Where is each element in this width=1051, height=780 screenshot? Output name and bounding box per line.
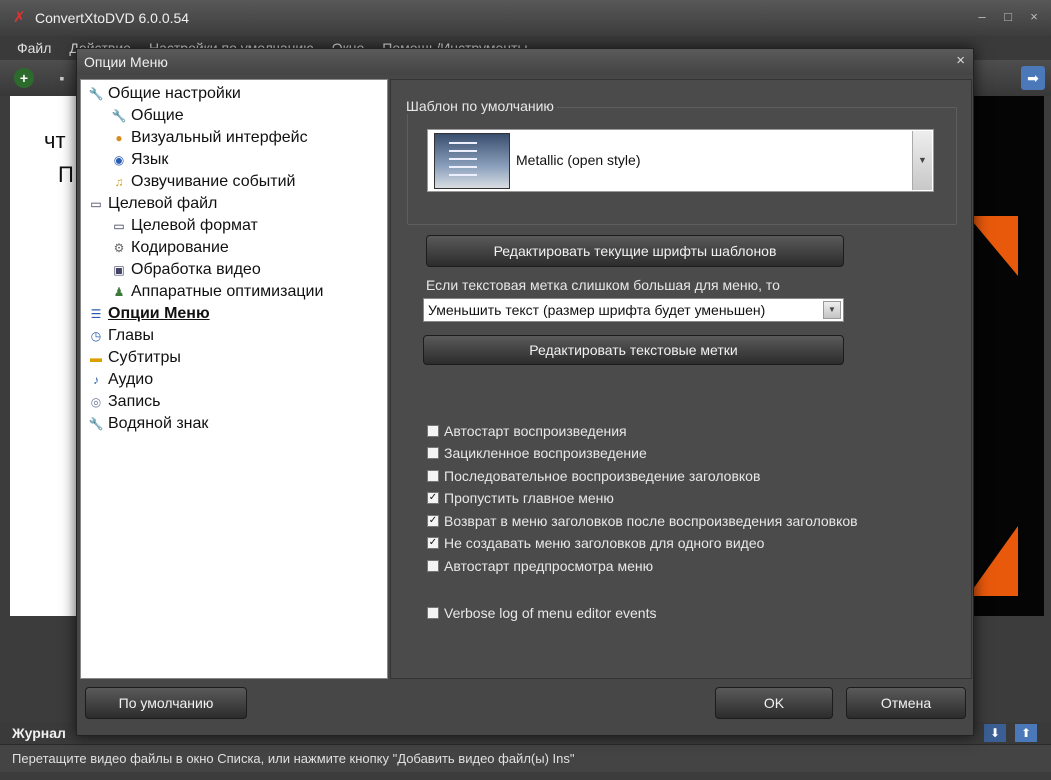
checkbox-skip-main-menu[interactable]: ✓ Пропустить главное меню bbox=[427, 488, 614, 508]
checkbox-autostart-menu-preview[interactable]: Автостарт предпросмотра меню bbox=[427, 556, 653, 576]
checkbox-box[interactable] bbox=[427, 607, 439, 619]
monitor-icon: ▭ bbox=[90, 197, 102, 211]
close-window-icon[interactable]: × bbox=[1023, 6, 1045, 28]
checkbox-box[interactable]: ✓ bbox=[427, 492, 439, 504]
tree-item-target-file[interactable]: ▭ Целевой файл bbox=[88, 193, 217, 215]
chevron-down-icon[interactable]: ▼ bbox=[912, 131, 932, 190]
tree-item-general-settings[interactable]: 🔧 Общие настройки bbox=[88, 83, 241, 105]
arrow-up-icon[interactable]: ⬆ bbox=[1015, 724, 1037, 742]
menu-options-panel: Шаблон по умолчанию Metallic (open style… bbox=[390, 79, 972, 679]
add-file-icon[interactable]: + bbox=[14, 68, 34, 88]
ok-button[interactable]: OK bbox=[715, 687, 833, 719]
checkbox-loop-playback[interactable]: Зацикленное воспроизведение bbox=[427, 443, 647, 463]
video-icon: ▣ bbox=[113, 263, 125, 277]
preview-decoration-top bbox=[968, 216, 1018, 276]
dialog-title: Опции Меню bbox=[84, 54, 168, 70]
cancel-button[interactable]: Отмена bbox=[846, 687, 966, 719]
arrow-down-icon[interactable]: ⬇ bbox=[984, 724, 1006, 742]
dialog-titlebar: Опции Меню × bbox=[77, 49, 973, 75]
app-title: ConvertXtoDVD 6.0.0.54 bbox=[35, 10, 190, 26]
tree-item-visual-interface[interactable]: ● Визуальный интерфейс bbox=[111, 127, 307, 149]
tree-item-burn[interactable]: ◎ Запись bbox=[88, 391, 161, 413]
preview-decoration-bottom bbox=[968, 526, 1018, 596]
defaults-button[interactable]: По умолчанию bbox=[85, 687, 247, 719]
tree-item-watermark[interactable]: 🔧 Водяной знак bbox=[88, 413, 209, 435]
app-logo-icon: ✗ bbox=[13, 9, 26, 26]
speech-bubble-icon: ▬ bbox=[90, 351, 102, 365]
checkbox-box[interactable] bbox=[427, 425, 439, 437]
template-thumbnail bbox=[434, 133, 510, 189]
disc-icon: ◎ bbox=[90, 395, 102, 409]
gear-icon: ⚙ bbox=[113, 241, 125, 255]
tree-item-chapters[interactable]: ◷ Главы bbox=[88, 325, 154, 347]
close-icon[interactable]: × bbox=[956, 52, 965, 69]
status-bar: Перетащите видео файлы в окно Списка, ил… bbox=[0, 744, 1051, 772]
list-hint-text: чт П bbox=[44, 124, 74, 192]
edit-template-fonts-button[interactable]: Редактировать текущие шрифты шаблонов bbox=[426, 235, 844, 267]
tree-item-menu-options[interactable]: ☰ Опции Меню bbox=[88, 303, 210, 325]
menu-file[interactable]: Файл bbox=[8, 36, 60, 60]
checkbox-return-to-titles-menu[interactable]: ✓ Возврат в меню заголовков после воспро… bbox=[427, 511, 858, 531]
template-selector[interactable]: Metallic (open style) ▼ bbox=[427, 129, 934, 192]
label-overflow-value: Уменьшить текст (размер шрифта будет уме… bbox=[428, 302, 766, 318]
checkbox-box[interactable] bbox=[427, 447, 439, 459]
sound-icon: ♫ bbox=[114, 175, 124, 189]
checkbox-box[interactable]: ✓ bbox=[427, 515, 439, 527]
save-icon[interactable]: ▪ bbox=[50, 66, 74, 90]
next-arrow-icon[interactable]: ➡ bbox=[1021, 66, 1045, 90]
monitor-icon: ▭ bbox=[113, 219, 125, 233]
template-name: Metallic (open style) bbox=[516, 152, 641, 168]
checkbox-box[interactable] bbox=[427, 470, 439, 482]
checkbox-sequential-titles[interactable]: Последовательное воспроизведение заголов… bbox=[427, 466, 760, 486]
list-hint-line2: П bbox=[58, 162, 74, 187]
tree-item-audio[interactable]: ♪ Аудио bbox=[88, 369, 153, 391]
globe-icon: ◉ bbox=[113, 153, 125, 167]
checkbox-verbose-log[interactable]: Verbose log of menu editor events bbox=[427, 603, 656, 623]
checkbox-no-titles-menu-single[interactable]: ✓ Не создавать меню заголовков для одног… bbox=[427, 533, 764, 553]
wrench-icon: 🔧 bbox=[88, 87, 104, 101]
tree-item-sound-events[interactable]: ♫ Озвучивание событий bbox=[111, 171, 296, 193]
tree-item-hardware-optimizations[interactable]: ♟ Аппаратные оптимизации bbox=[111, 281, 324, 303]
checkbox-box[interactable]: ✓ bbox=[427, 537, 439, 549]
tree-item-subtitles[interactable]: ▬ Субтитры bbox=[88, 347, 181, 369]
label-overflow-caption: Если текстовая метка слишком большая для… bbox=[426, 277, 780, 293]
tree-item-general[interactable]: 🔧 Общие bbox=[111, 105, 184, 127]
preview-pane bbox=[968, 96, 1044, 616]
palette-icon: ● bbox=[115, 131, 123, 145]
edit-text-labels-button[interactable]: Редактировать текстовые метки bbox=[423, 335, 844, 365]
settings-tree: 🔧 Общие настройки 🔧 Общие ● Визуальный и… bbox=[80, 79, 388, 679]
tree-item-encoding[interactable]: ⚙ Кодирование bbox=[111, 237, 229, 259]
wrench-icon: 🔧 bbox=[111, 109, 127, 123]
wrench-icon: 🔧 bbox=[88, 417, 104, 431]
default-template-label: Шаблон по умолчанию bbox=[403, 98, 557, 114]
window-controls: – □ × bbox=[971, 6, 1045, 28]
tree-item-target-format[interactable]: ▭ Целевой формат bbox=[111, 215, 258, 237]
checkbox-box[interactable] bbox=[427, 560, 439, 572]
app-titlebar: ✗ ConvertXtoDVD 6.0.0.54 – □ × bbox=[0, 0, 1051, 36]
menu-options-dialog: Опции Меню × 🔧 Общие настройки 🔧 Общие ●… bbox=[76, 48, 974, 736]
music-note-icon: ♪ bbox=[93, 373, 99, 387]
journal-label: Журнал bbox=[12, 725, 66, 741]
maximize-icon[interactable]: □ bbox=[997, 6, 1019, 28]
checkbox-autostart-playback[interactable]: Автостарт воспроизведения bbox=[427, 421, 627, 441]
clock-icon: ◷ bbox=[90, 329, 102, 343]
status-text: Перетащите видео файлы в окно Списка, ил… bbox=[12, 751, 575, 766]
tree-item-language[interactable]: ◉ Язык bbox=[111, 149, 169, 171]
chevron-down-icon[interactable]: ▼ bbox=[823, 301, 841, 319]
tree-item-video-processing[interactable]: ▣ Обработка видео bbox=[111, 259, 260, 281]
label-overflow-select[interactable]: Уменьшить текст (размер шрифта будет уме… bbox=[423, 298, 844, 322]
list-hint-line1: чт bbox=[44, 128, 66, 153]
minimize-icon[interactable]: – bbox=[971, 6, 993, 28]
chip-icon: ♟ bbox=[113, 285, 125, 299]
menu-icon: ☰ bbox=[90, 307, 102, 321]
